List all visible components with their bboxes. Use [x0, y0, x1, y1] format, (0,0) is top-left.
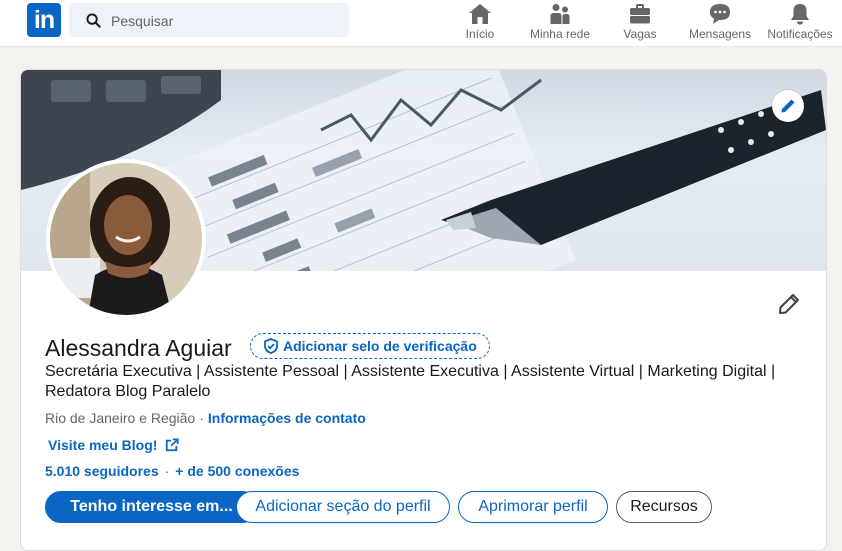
profile-photo	[50, 163, 202, 315]
nav-item-messaging[interactable]: Mensagens	[688, 0, 752, 46]
nav-item-home[interactable]: Início	[460, 0, 500, 46]
shield-check-icon	[264, 338, 278, 354]
enhance-profile-button[interactable]: Aprimorar perfil	[458, 491, 608, 523]
followers-link[interactable]: 5.010 seguidores	[45, 463, 159, 479]
messaging-icon	[710, 4, 730, 24]
search-icon	[86, 13, 101, 28]
location-text: Rio de Janeiro e Região	[45, 410, 196, 426]
nav-label-messaging: Mensagens	[688, 27, 752, 41]
website-label: Visite meu Blog!	[48, 437, 158, 453]
home-icon	[469, 4, 491, 24]
nav-item-jobs[interactable]: Vagas	[620, 0, 660, 46]
add-verification-button[interactable]: Adicionar selo de verificação	[250, 333, 490, 359]
briefcase-icon	[630, 4, 650, 24]
nav-label-notifications: Notificações	[767, 27, 833, 41]
verify-label: Adicionar selo de verificação	[283, 338, 477, 354]
add-profile-section-button[interactable]: Adicionar seção do perfil	[236, 491, 450, 523]
search-bar[interactable]	[69, 3, 349, 39]
nav-label-network: Minha rede	[529, 27, 591, 41]
location-row: Rio de Janeiro e Região · Informações de c…	[45, 410, 366, 426]
profile-name: Alessandra Aguiar	[45, 335, 232, 361]
avatar[interactable]	[46, 159, 206, 319]
profile-headline: Secretária Executiva | Assistente Pessoa…	[45, 363, 776, 400]
top-navigation: in Início Minha rede Vagas	[0, 0, 842, 47]
profile-card: Alessandra Aguiar Adicionar selo de veri…	[20, 69, 827, 551]
nav-item-notifications[interactable]: Notificações	[766, 0, 834, 46]
linkedin-logo[interactable]: in	[27, 3, 61, 37]
network-icon	[550, 4, 570, 24]
search-input[interactable]	[109, 3, 343, 39]
nav-label-jobs: Vagas	[623, 27, 657, 41]
separator-dot: ·	[199, 410, 204, 426]
contact-info-link[interactable]: Informações de contato	[208, 410, 366, 426]
stats-separator: ·	[164, 463, 170, 479]
edit-cover-button[interactable]	[772, 90, 804, 122]
network-stats: 5.010 seguidores · + de 500 conexões	[45, 463, 299, 479]
connections-link[interactable]: + de 500 conexões	[175, 463, 299, 479]
nav-label-home: Início	[465, 27, 495, 41]
pencil-icon	[781, 99, 795, 113]
external-link-icon	[166, 438, 179, 452]
edit-profile-icon[interactable]	[777, 292, 801, 316]
nav-item-network[interactable]: Minha rede	[526, 0, 594, 46]
bell-icon	[791, 4, 809, 25]
open-to-button[interactable]: Tenho interesse em...	[45, 491, 258, 523]
website-link[interactable]: Visite meu Blog!	[48, 437, 179, 453]
resources-button[interactable]: Recursos	[616, 491, 712, 523]
